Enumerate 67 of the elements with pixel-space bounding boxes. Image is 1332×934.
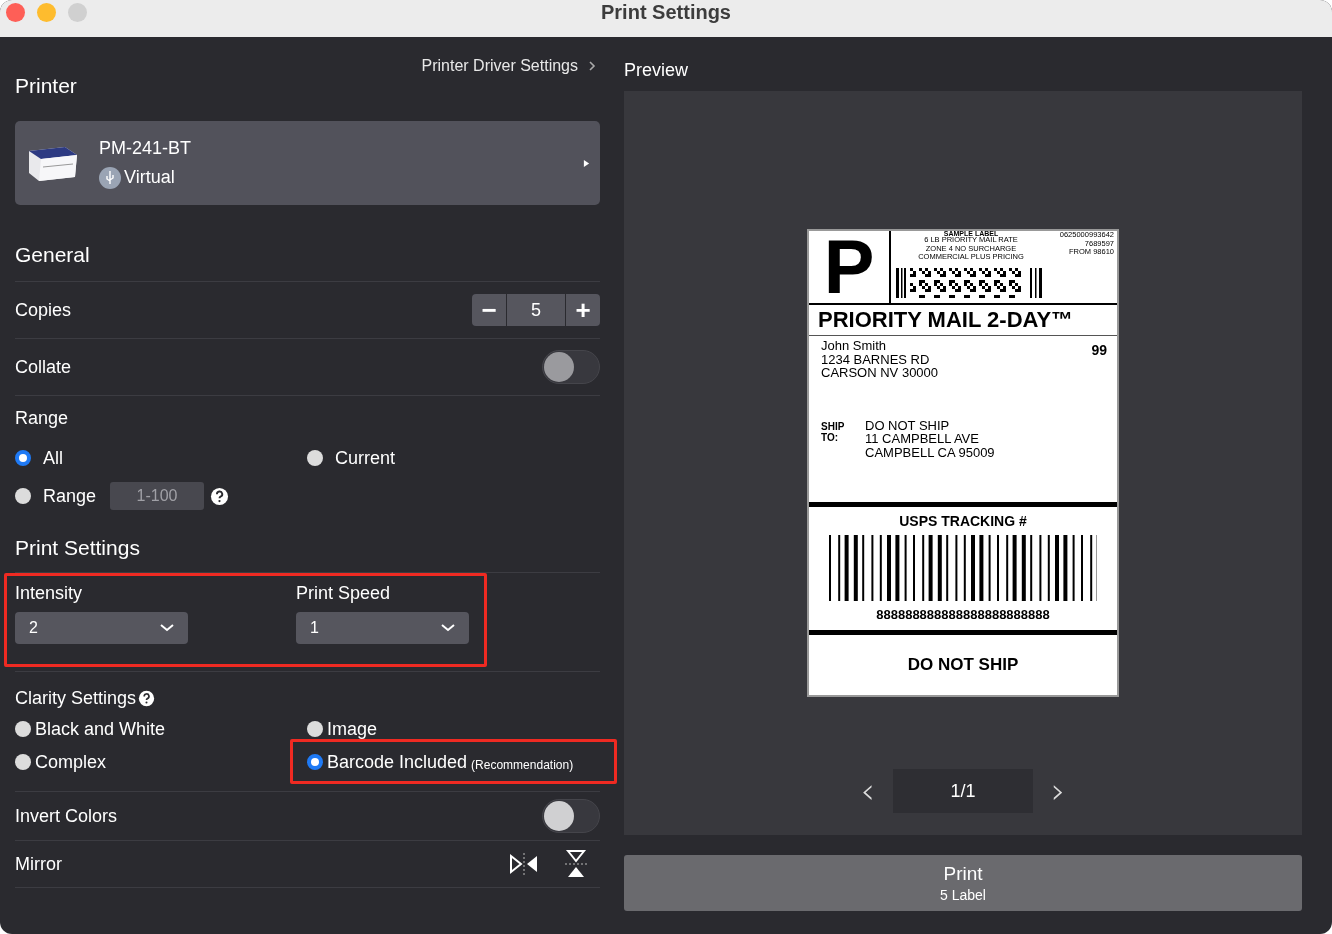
radio-button[interactable] [307, 721, 323, 737]
driver-settings-link[interactable]: Printer Driver Settings [421, 57, 596, 75]
copies-label: Copies [15, 299, 72, 321]
select-label: Print Speed [296, 583, 392, 604]
label-footer: DO NOT SHIP [809, 635, 1117, 695]
invert-toggle[interactable] [542, 799, 600, 833]
radio-label: Black and White [35, 718, 166, 740]
radio-label: Barcode Included [327, 751, 468, 773]
select-label: Intensity [15, 583, 84, 604]
flip-vertical-icon[interactable] [564, 848, 588, 880]
next-page-button[interactable]: › [1047, 773, 1070, 809]
tracking-heading: USPS TRACKING # [899, 513, 1027, 529]
window-title: Print Settings [601, 1, 731, 24]
radio-label: Complex [35, 751, 107, 773]
caret-icon [160, 624, 174, 632]
recommendation-note: (Recommendation) [471, 758, 574, 772]
collate-toggle[interactable] [542, 350, 600, 384]
range-input[interactable]: 1-100 [110, 482, 205, 510]
range-label: Range [15, 408, 69, 428]
collate-label: Collate [15, 356, 72, 378]
dropdown[interactable]: 2 [15, 612, 188, 644]
copies-value: 5 [506, 294, 566, 326]
printer-name: PM-241-BT [99, 137, 193, 159]
tracking-number: 888888888888888888888888 [876, 607, 1050, 622]
caret-icon [441, 624, 455, 632]
section-heading: General [15, 243, 90, 267]
radio-button[interactable] [15, 754, 31, 770]
radio-label: Range [43, 485, 97, 507]
page-indicator: 1/1 [893, 769, 1033, 813]
invert-colors-label: Invert Colors [15, 805, 118, 827]
increment-button[interactable]: + [566, 294, 600, 326]
print-button[interactable]: Print 5 Label [624, 855, 1302, 911]
service-title: PRIORITY MAIL 2-DAY™ [809, 305, 1117, 336]
preview-heading: Preview [624, 59, 690, 82]
section-heading: Print Settings [15, 536, 140, 560]
connection-label: Virtual [124, 167, 175, 188]
dropdown[interactable]: 1 [296, 612, 469, 644]
zone-code: 99 [1091, 341, 1107, 360]
decrement-button[interactable]: − [472, 294, 506, 326]
sender-address-line: CARSON NV 30000 [821, 366, 939, 380]
printer-card[interactable]: PM-241-BT Virtual [15, 121, 600, 205]
previous-page-button[interactable]: ‹ [856, 773, 879, 809]
help-icon[interactable] [138, 690, 156, 707]
usb-icon [99, 166, 121, 189]
service-letter: P [809, 231, 891, 303]
recipient-address-line: CAMPBELL CA 95009 [865, 445, 995, 459]
recipient-address-line: DO NOT SHIP [865, 418, 951, 432]
radio-button[interactable] [15, 721, 31, 737]
sender-address-line: John Smith [821, 339, 888, 353]
sender-address-line: 1234 BARNES RD [821, 352, 931, 366]
radio-button[interactable] [15, 488, 31, 504]
ship-to-caption: SHIP TO: [821, 419, 846, 445]
mirror-label: Mirror [15, 853, 62, 875]
help-icon[interactable] [210, 486, 230, 506]
clarity-label: Clarity Settings [15, 688, 137, 709]
flip-horizontal-icon[interactable] [508, 852, 540, 876]
chevron-icon [588, 60, 596, 72]
radio-button[interactable] [307, 450, 323, 466]
radio-label: All [43, 447, 63, 469]
radio-button[interactable] [307, 754, 323, 770]
disclosure-icon [583, 158, 590, 168]
section-heading: Printer [15, 74, 77, 98]
close-button[interactable] [6, 3, 25, 22]
recipient-address-line: 11 CAMPBELL AVE [865, 432, 980, 446]
radio-label: Image [327, 718, 378, 740]
radio-label: Current [335, 447, 396, 469]
radio-button[interactable] [15, 450, 31, 466]
